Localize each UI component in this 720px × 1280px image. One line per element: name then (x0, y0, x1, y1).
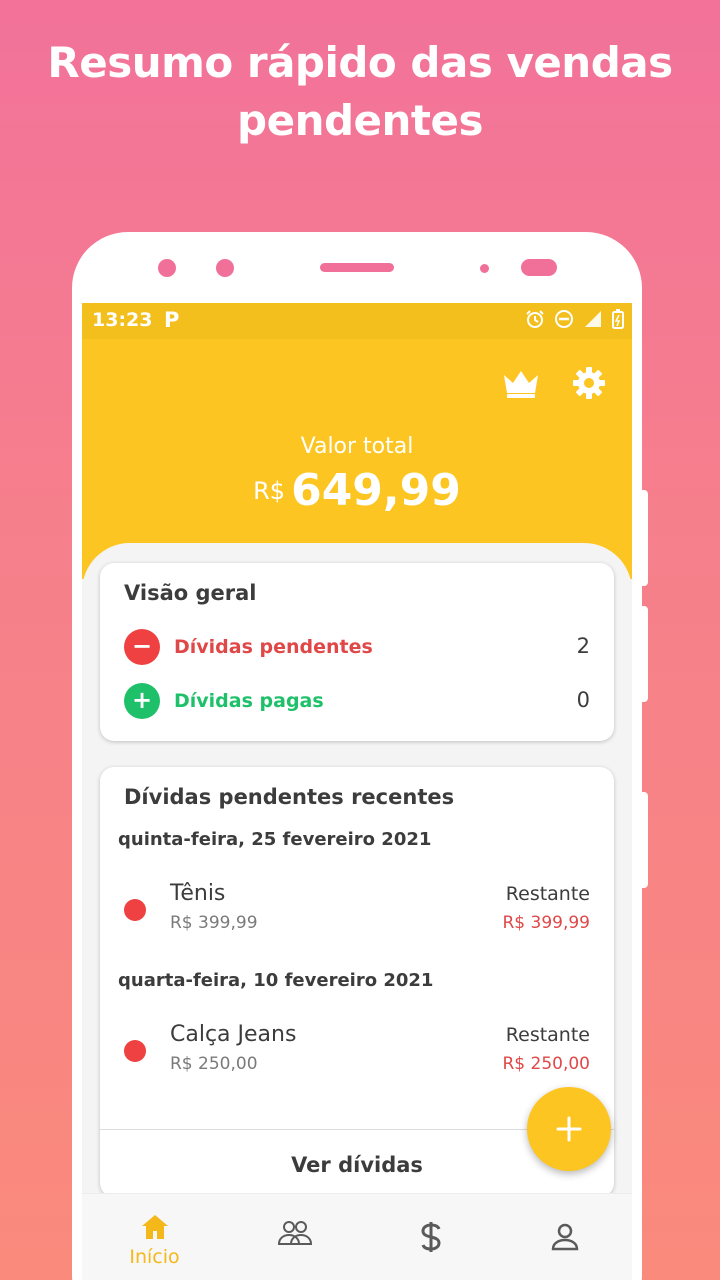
date-header: quarta-feira, 10 fevereiro 2021 (118, 970, 434, 991)
bottom-nav: Início (82, 1193, 632, 1280)
phone-side-button (640, 606, 648, 702)
pending-status-dot (124, 899, 146, 921)
app-screen: 13:23 P Valor total R$ 649,99 Visão gera… (82, 303, 632, 1280)
phone-camera (158, 259, 176, 277)
debt-name: Calça Jeans (170, 1022, 297, 1047)
remaining-label: Restante (505, 883, 590, 905)
total-label: Valor total (300, 434, 414, 459)
phone-camera (216, 259, 234, 277)
overview-row-count: 2 (576, 634, 590, 658)
debt-price: R$ 250,00 (170, 1054, 258, 1074)
phone-side-button (640, 490, 648, 586)
status-time: 13:23 (92, 309, 153, 331)
home-icon (142, 1215, 168, 1239)
gear-icon[interactable] (571, 365, 607, 401)
person-icon (551, 1223, 579, 1251)
battery-icon (612, 309, 624, 329)
overview-card: Visão geral − Dívidas pendentes 2 + Dívi… (100, 563, 614, 741)
list-item[interactable]: Tênis R$ 399,99 Restante R$ 399,99 (100, 867, 614, 933)
debt-name: Tênis (170, 881, 226, 906)
total-currency: R$ (253, 477, 286, 505)
phone-side-button (640, 792, 648, 888)
nav-item-home[interactable]: Início (86, 1194, 223, 1280)
promo-headline-line1: Resumo rápido das vendas (47, 38, 673, 87)
phone-sensor (480, 264, 489, 273)
app-notification-icon: P (164, 308, 180, 332)
add-debt-button[interactable] (527, 1087, 611, 1171)
minus-icon: − (124, 629, 160, 665)
crown-icon[interactable] (501, 369, 541, 399)
phone-speaker (320, 263, 394, 272)
promo-headline-line2: pendentes (237, 96, 483, 145)
alarm-icon (526, 310, 544, 328)
nav-item-people[interactable] (227, 1194, 364, 1280)
signal-icon (585, 311, 601, 327)
remaining-label: Restante (505, 1024, 590, 1046)
remaining-value: R$ 250,00 (502, 1054, 590, 1074)
overview-row-pending[interactable]: − Dívidas pendentes 2 (124, 629, 590, 665)
plus-icon: + (124, 683, 160, 719)
nav-label: Início (129, 1246, 180, 1268)
total-amount: 649,99 (291, 465, 461, 516)
date-header: quinta-feira, 25 fevereiro 2021 (118, 829, 432, 850)
remaining-value: R$ 399,99 (502, 913, 590, 933)
dollar-icon (421, 1222, 441, 1252)
pending-status-dot (124, 1040, 146, 1062)
overview-row-paid[interactable]: + Dívidas pagas 0 (124, 683, 590, 719)
people-icon (277, 1221, 313, 1245)
nav-item-profile[interactable] (496, 1194, 632, 1280)
total-value: R$ 649,99 (82, 465, 632, 516)
list-item[interactable]: Calça Jeans R$ 250,00 Restante R$ 250,00 (100, 1008, 614, 1074)
recent-title: Dívidas pendentes recentes (124, 785, 455, 809)
plus-icon (556, 1116, 582, 1142)
nav-item-finance[interactable] (362, 1194, 499, 1280)
overview-row-count: 0 (576, 688, 590, 712)
status-bar: 13:23 P (82, 303, 632, 339)
overview-title: Visão geral (124, 581, 257, 605)
phone-sensor-pill (521, 259, 557, 276)
overview-row-label: Dívidas pendentes (174, 636, 373, 658)
overview-row-label: Dívidas pagas (174, 690, 324, 712)
promo-headline: Resumo rápido das vendas pendentes (0, 34, 720, 150)
do-not-disturb-icon (555, 310, 573, 328)
debt-price: R$ 399,99 (170, 913, 258, 933)
